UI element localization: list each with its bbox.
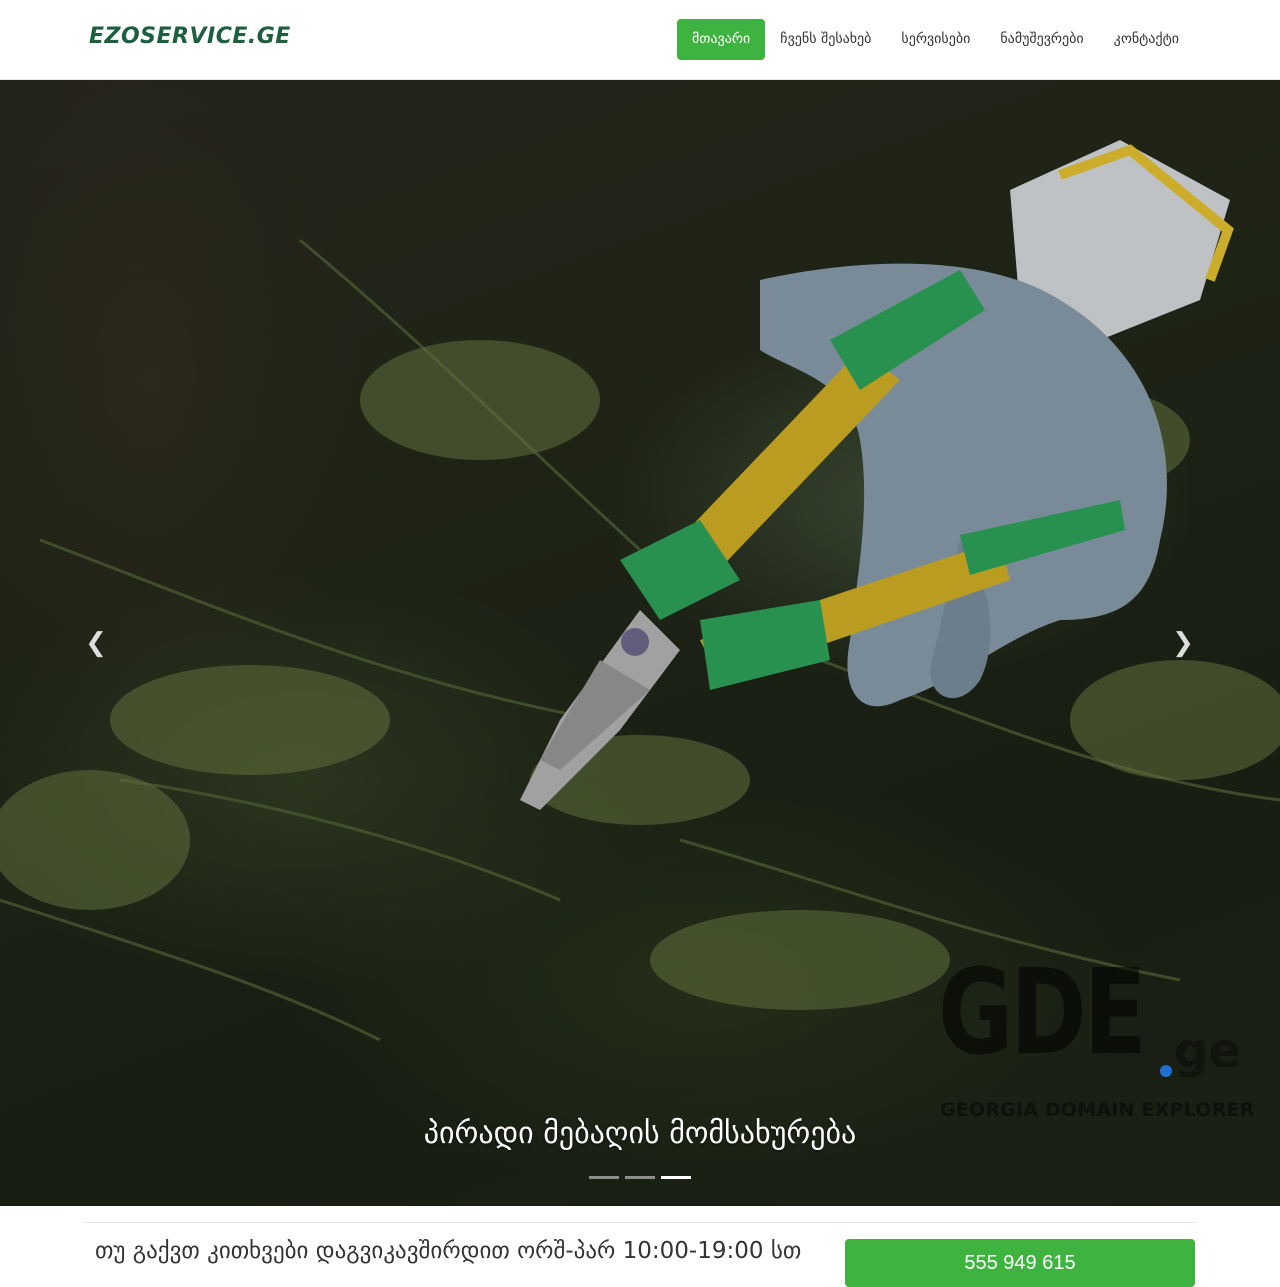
nav-item-services[interactable]: სერვისები	[886, 19, 985, 60]
carousel-next-button[interactable]: ❯	[1168, 628, 1198, 658]
navbar: EZOSERVICE.GE მთავარი ჩვენს შესახებ სერვ…	[0, 0, 1280, 80]
main-nav: მთავარი ჩვენს შესახებ სერვისები ნამუშევრ…	[676, 19, 1194, 60]
contact-text: თუ გაქვთ კითხვები დაგვიკავშირდით ორშ-პარ…	[95, 1238, 802, 1264]
nav-item-home[interactable]: მთავარი	[676, 19, 766, 60]
watermark-dot	[1160, 1065, 1172, 1077]
nav-item-contact[interactable]: კონტაქტი	[1099, 19, 1194, 60]
brand-logo[interactable]: EZOSERVICE.GE	[89, 24, 291, 49]
watermark-ext: ge	[1174, 1023, 1241, 1079]
watermark-subtitle: GEORGIA DOMAIN EXPLORER	[940, 1099, 1255, 1121]
gde-watermark: GDE ge GEORGIA DOMAIN EXPLORER	[938, 943, 1254, 1123]
carousel-indicator-2[interactable]	[625, 1176, 655, 1179]
watermark-logo: GDE	[938, 943, 1147, 1081]
carousel-indicator-1[interactable]	[589, 1176, 619, 1179]
carousel-indicators	[589, 1176, 691, 1179]
nav-item-about[interactable]: ჩვენს შესახებ	[765, 19, 886, 60]
carousel-prev-button[interactable]: ❮	[81, 628, 111, 658]
chevron-left-icon: ❮	[85, 628, 107, 658]
nav-item-portfolio[interactable]: ნამუშევრები	[985, 19, 1098, 60]
carousel-indicator-3[interactable]	[661, 1176, 691, 1179]
chevron-right-icon: ❯	[1172, 628, 1194, 658]
divider	[85, 1222, 1195, 1223]
